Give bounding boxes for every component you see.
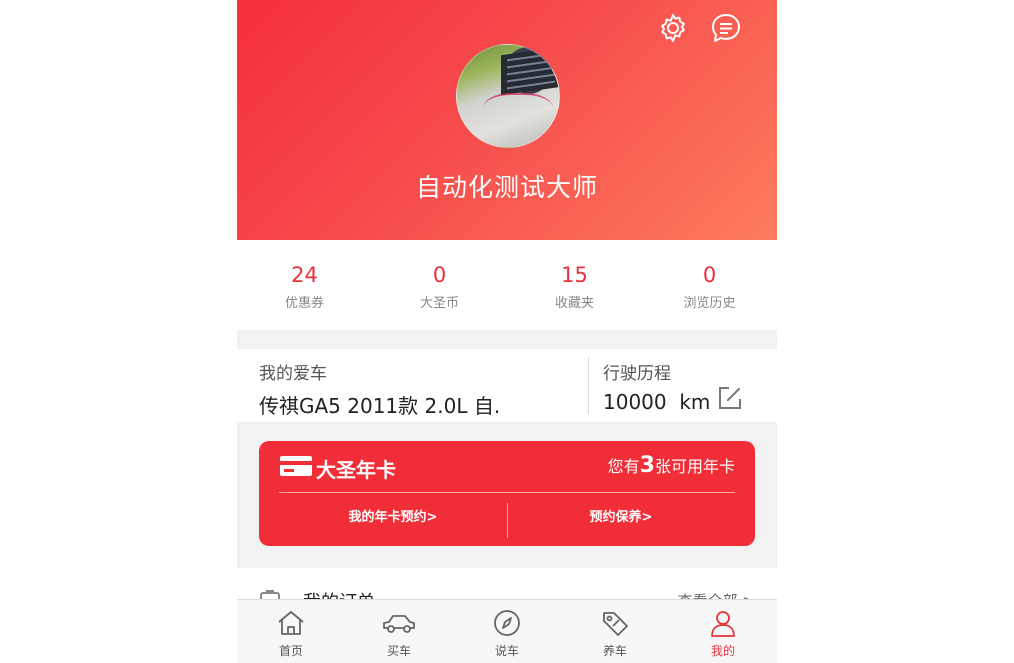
divider [279, 492, 735, 493]
tab-label: 养车 [602, 644, 627, 658]
divider [588, 357, 589, 414]
app-screen: 自动化测试大师 24 优惠券 0 大圣币 15 收藏夹 0 浏览历史 我的爱车 … [237, 0, 777, 663]
stat-label: 大圣币 [419, 296, 459, 311]
stat-coins[interactable]: 0 大圣币 [372, 240, 507, 330]
book-service-link[interactable]: 预约保养> [521, 506, 721, 525]
home-icon [276, 611, 306, 641]
my-car-label: 我的爱车 [259, 364, 327, 384]
tab-label: 首页 [278, 644, 303, 658]
user-icon [708, 611, 738, 641]
count-prefix: 您有 [607, 457, 640, 476]
stat-favorites[interactable]: 15 收藏夹 [507, 240, 642, 330]
stat-value: 15 [561, 263, 588, 287]
mileage-block: 行驶历程 10000 km [603, 359, 763, 414]
message-icon[interactable] [709, 11, 743, 45]
tab-label: 说车 [494, 644, 519, 658]
stat-label: 浏览历史 [683, 296, 736, 311]
card-icon [279, 454, 313, 483]
year-card-title-text: 大圣年卡 [316, 458, 396, 482]
stat-history[interactable]: 0 浏览历史 [642, 240, 777, 330]
tab-bar: 首页 买车 说车 养车 我的 [237, 599, 777, 663]
count-number: 3 [639, 453, 655, 478]
car-icon [381, 615, 417, 641]
tab-label: 我的 [710, 644, 735, 658]
my-car-section: 我的爱车 传祺GA5 2011款 2.0L 自. 行驶历程 10000 km [237, 349, 777, 422]
profile-header: 自动化测试大师 [237, 0, 777, 240]
username: 自动化测试大师 [415, 173, 598, 202]
tab-talk-car[interactable]: 说车 [453, 600, 561, 663]
edit-icon[interactable] [717, 385, 743, 415]
tab-mine[interactable]: 我的 [669, 600, 777, 663]
stat-value: 24 [291, 263, 318, 287]
count-suffix: 张可用年卡 [654, 457, 735, 476]
tag-icon [600, 612, 630, 641]
tab-buy-car[interactable]: 买车 [345, 600, 453, 663]
stat-value: 0 [702, 263, 717, 287]
avatar[interactable] [456, 44, 560, 148]
divider [507, 503, 508, 538]
year-card-count: 您有3张可用年卡 [608, 453, 735, 478]
my-car[interactable]: 我的爱车 传祺GA5 2011款 2.0L 自. [259, 359, 589, 419]
car-model: 传祺GA5 2011款 2.0L 自. [259, 394, 501, 418]
my-card-booking-link[interactable]: 我的年卡预约> [293, 506, 493, 525]
stat-label: 收藏夹 [554, 296, 594, 311]
stats-bar: 24 优惠券 0 大圣币 15 收藏夹 0 浏览历史 [237, 240, 777, 330]
tab-car-care[interactable]: 养车 [561, 600, 669, 663]
stat-label: 优惠券 [284, 296, 324, 311]
tab-home[interactable]: 首页 [237, 600, 345, 663]
year-card-title: 大圣年卡 [279, 454, 396, 483]
mileage-unit: km [679, 390, 711, 414]
gear-icon[interactable] [656, 11, 690, 45]
mileage-value: 10000 [603, 390, 667, 414]
tab-label: 买车 [386, 644, 411, 658]
stat-coupons[interactable]: 24 优惠券 [237, 240, 372, 330]
mileage-label: 行驶历程 [603, 364, 671, 384]
compass-icon [492, 610, 522, 641]
stat-value: 0 [432, 263, 447, 287]
year-card[interactable]: 大圣年卡 您有3张可用年卡 我的年卡预约> 预约保养> [259, 441, 755, 546]
